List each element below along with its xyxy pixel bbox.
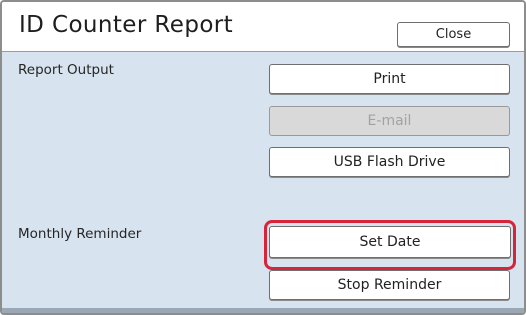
dialog-bottom-edge: [2, 308, 524, 313]
close-button[interactable]: Close: [397, 22, 510, 47]
stop-reminder-button[interactable]: Stop Reminder: [269, 270, 510, 300]
usb-flash-drive-button[interactable]: USB Flash Drive: [269, 147, 510, 177]
report-output-label: Report Output: [18, 62, 114, 78]
email-button: E-mail: [269, 106, 510, 136]
id-counter-report-dialog: ID Counter Report Close Report Output Pr…: [0, 0, 526, 315]
set-date-button[interactable]: Set Date: [269, 226, 511, 258]
monthly-reminder-label: Monthly Reminder: [18, 226, 142, 242]
title-bar: ID Counter Report Close: [2, 2, 524, 52]
print-button[interactable]: Print: [269, 64, 510, 94]
dialog-title: ID Counter Report: [19, 12, 234, 38]
